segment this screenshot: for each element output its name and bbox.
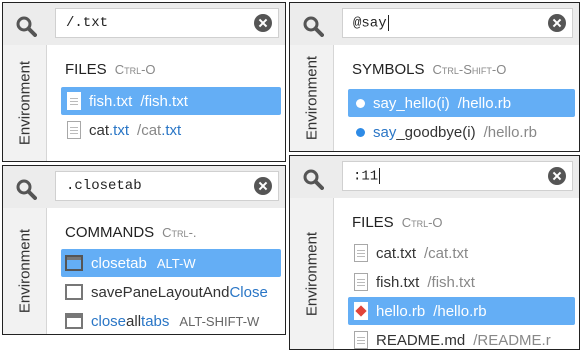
tab-icon — [65, 255, 83, 271]
result-row[interactable]: fish.txt /fish.txt — [348, 268, 575, 296]
result-row[interactable]: README.md /README.r — [348, 326, 575, 349]
search-bar: .closetab — [3, 166, 285, 208]
result-row[interactable]: savePaneLayoutAndClose — [61, 278, 281, 306]
text-caret — [387, 15, 389, 31]
tab-icon — [65, 313, 83, 329]
environment-label: Environment — [16, 228, 33, 314]
results-list: COMMANDS Ctrl-. closetab ALT-W savePaneLa… — [47, 208, 285, 334]
command-search-panel: .closetab Environment COMMANDS Ctrl-. clo… — [2, 165, 286, 335]
symbol-search-panel: @say Environment SYMBOLS Ctrl-Shift-O say… — [289, 2, 580, 152]
result-row[interactable]: hello.rb /hello.rb — [348, 297, 575, 325]
search-bar: :11 — [290, 156, 579, 198]
window-icon — [65, 284, 83, 300]
ruby-file-icon — [354, 302, 368, 320]
line-search-panel: :11 Environment FILES Ctrl-O cat.txt /cat… — [289, 155, 580, 350]
section-header: SYMBOLS Ctrl-Shift-O — [352, 61, 507, 78]
search-icon — [303, 16, 324, 37]
section-header: FILES Ctrl-O — [65, 61, 156, 78]
search-icon — [16, 179, 37, 200]
file-search-panel: /.txt Environment FILES Ctrl-O fish.txt /… — [2, 2, 286, 162]
symbol-dot-icon — [356, 98, 365, 108]
result-row[interactable]: say_hello(i) /hello.rb — [348, 89, 575, 117]
environment-label: Environment — [303, 55, 320, 141]
result-row[interactable]: say_goodbye(i) /hello.rb — [348, 118, 575, 146]
environment-label: Environment — [303, 231, 320, 316]
search-input[interactable]: /.txt — [55, 8, 279, 38]
file-icon — [354, 244, 368, 262]
clear-icon[interactable] — [254, 14, 272, 32]
results-list: FILES Ctrl-O cat.txt /cat.txt fish.txt /f… — [334, 198, 579, 349]
file-icon — [67, 121, 81, 139]
result-row[interactable]: closealltabs ALT-SHIFT-W — [61, 307, 281, 334]
result-row[interactable]: closetab ALT-W — [61, 249, 281, 277]
search-bar: @say — [290, 3, 579, 45]
text-caret — [379, 168, 381, 184]
clear-icon[interactable] — [548, 167, 566, 185]
search-input[interactable]: @say — [342, 8, 573, 38]
symbol-dot-icon — [356, 127, 365, 137]
environment-tab[interactable]: Environment — [290, 198, 334, 349]
result-row[interactable]: cat.txt /cat.txt — [61, 116, 281, 144]
search-bar: /.txt — [3, 3, 285, 45]
file-icon — [67, 92, 81, 110]
result-row[interactable]: fish.txt /fish.txt — [61, 87, 281, 115]
section-header: FILES Ctrl-O — [352, 214, 443, 231]
environment-label: Environment — [16, 60, 33, 146]
clear-icon[interactable] — [254, 177, 272, 195]
environment-tab[interactable]: Environment — [3, 208, 47, 334]
file-icon — [354, 273, 368, 291]
search-icon — [16, 16, 37, 37]
search-input[interactable]: :11 — [342, 161, 573, 191]
results-list: SYMBOLS Ctrl-Shift-O say_hello(i) /hello.… — [334, 45, 579, 151]
file-icon — [354, 331, 368, 349]
results-list: FILES Ctrl-O fish.txt /fish.txt cat.txt /… — [47, 45, 285, 161]
section-header: COMMANDS Ctrl-. — [65, 224, 197, 241]
search-input[interactable]: .closetab — [55, 171, 279, 201]
search-icon — [303, 169, 324, 190]
clear-icon[interactable] — [548, 14, 566, 32]
environment-tab[interactable]: Environment — [290, 45, 334, 151]
result-row[interactable]: cat.txt /cat.txt — [348, 239, 575, 267]
environment-tab[interactable]: Environment — [3, 45, 47, 161]
